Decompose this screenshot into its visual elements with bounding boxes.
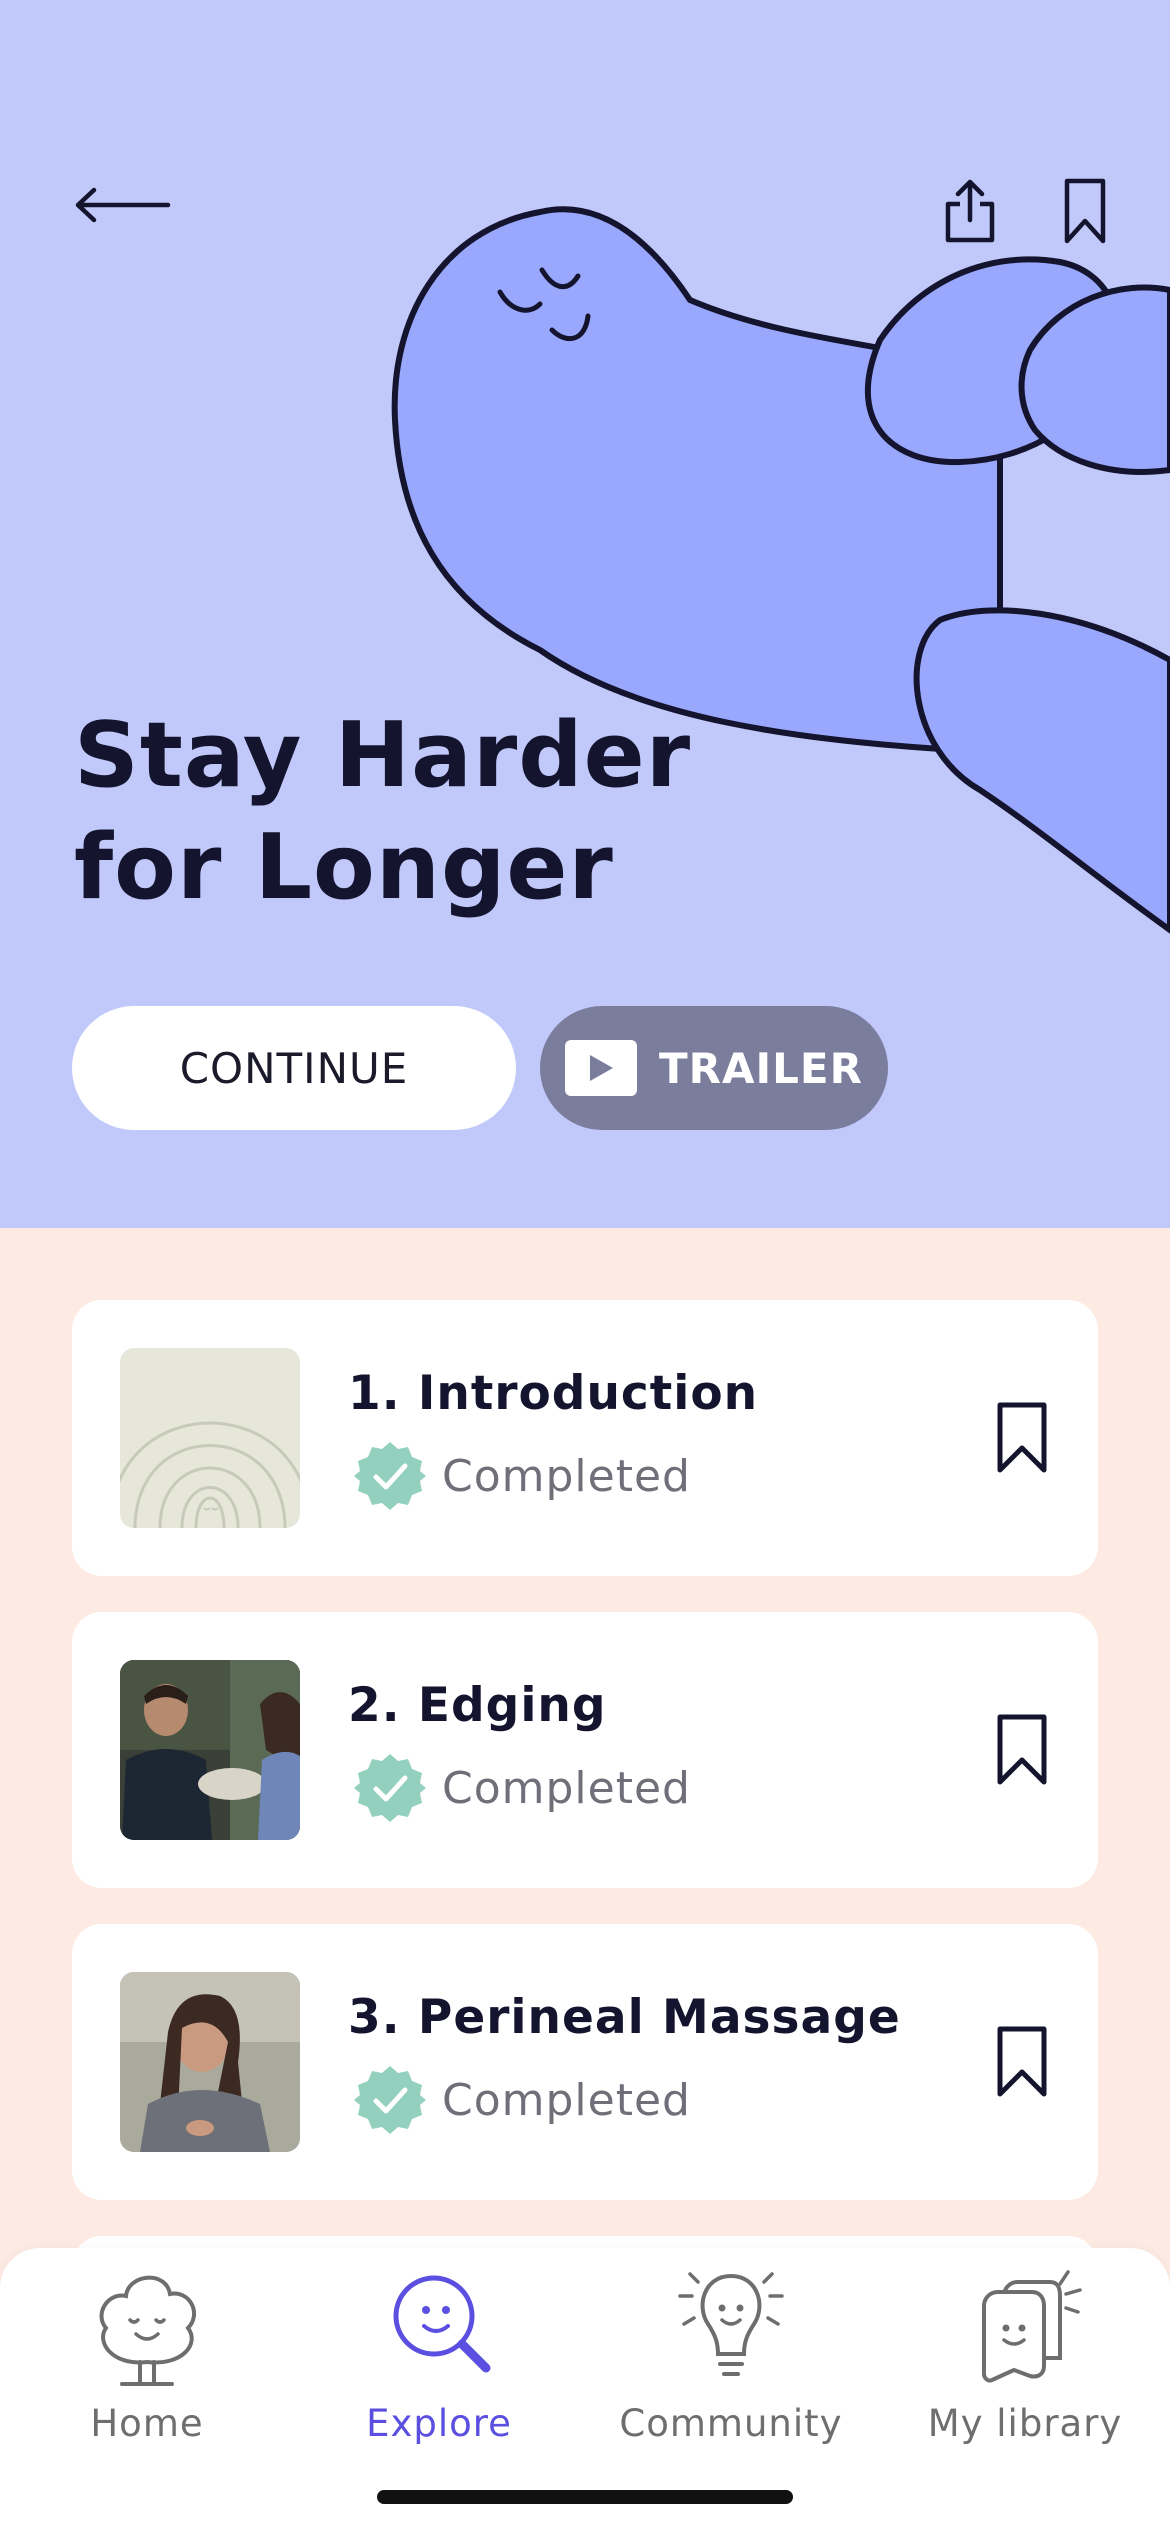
bookmark-course-button[interactable] [1050, 166, 1120, 256]
course-title: Stay Harder for Longer [74, 700, 774, 924]
bookmark-icon [997, 1402, 1047, 1473]
tab-explore[interactable]: Explore [304, 2262, 574, 2462]
tab-community-label: Community [619, 2402, 843, 2445]
tab-home-label: Home [90, 2402, 204, 2445]
tab-explore-label: Explore [366, 2402, 512, 2445]
tab-home[interactable]: Home [12, 2262, 282, 2462]
bookmark-icon [1064, 178, 1106, 244]
course-title-line-1: Stay Harder [74, 703, 692, 808]
lesson-thumbnail [120, 1348, 300, 1528]
lesson-card[interactable]: 2. Edging Completed [72, 1612, 1098, 1888]
library-cards-icon [982, 2270, 1082, 2383]
magnifier-face-icon [393, 2275, 491, 2373]
lesson-card[interactable]: 3. Perineal Massage Completed [72, 1924, 1098, 2200]
lesson-status-text: Completed [442, 1762, 691, 1814]
course-hero: Stay Harder for Longer CONTINUE TRAILER [0, 0, 1170, 1228]
lesson-title: 2. Edging [348, 1678, 607, 1733]
tab-my-library-label: My library [927, 2402, 1123, 2445]
lesson-thumbnail [120, 1972, 300, 2152]
back-button[interactable] [62, 170, 182, 240]
lightbulb-icon [678, 2272, 784, 2376]
lesson-card[interactable]: 1. Introduction Completed [72, 1300, 1098, 1576]
lesson-thumbnail [120, 1660, 300, 1840]
lesson-title: 3. Perineal Massage [348, 1990, 901, 2045]
lesson-bookmark-button[interactable] [994, 2024, 1050, 2100]
trailer-label: TRAILER [659, 1043, 863, 1093]
lesson-status: Completed [354, 2062, 691, 2138]
course-title-line-2: for Longer [74, 815, 614, 920]
lesson-bookmark-button[interactable] [994, 1712, 1050, 1788]
lesson-status: Completed [354, 1750, 691, 1826]
tab-community[interactable]: Community [596, 2262, 866, 2462]
share-button[interactable] [930, 166, 1010, 256]
continue-label: CONTINUE [179, 1043, 409, 1093]
continue-button[interactable]: CONTINUE [72, 1006, 516, 1130]
play-icon [565, 1040, 638, 1096]
tab-my-library[interactable]: My library [890, 2262, 1160, 2462]
bookmark-icon [997, 2026, 1047, 2097]
trailer-button[interactable]: TRAILER [540, 1006, 888, 1130]
lesson-title: 1. Introduction [348, 1366, 759, 1421]
tree-icon [99, 2275, 196, 2386]
home-indicator[interactable] [377, 2490, 793, 2504]
completed-badge-icon [354, 1442, 426, 1510]
lesson-status: Completed [354, 1438, 691, 1514]
completed-badge-icon [354, 1754, 426, 1822]
back-arrow-icon [75, 187, 171, 223]
completed-badge-icon [354, 2066, 426, 2134]
lesson-status-text: Completed [442, 2074, 691, 2126]
bookmark-icon [997, 1714, 1047, 1785]
lesson-bookmark-button[interactable] [994, 1400, 1050, 1476]
share-icon [945, 179, 995, 243]
lesson-status-text: Completed [442, 1450, 691, 1502]
